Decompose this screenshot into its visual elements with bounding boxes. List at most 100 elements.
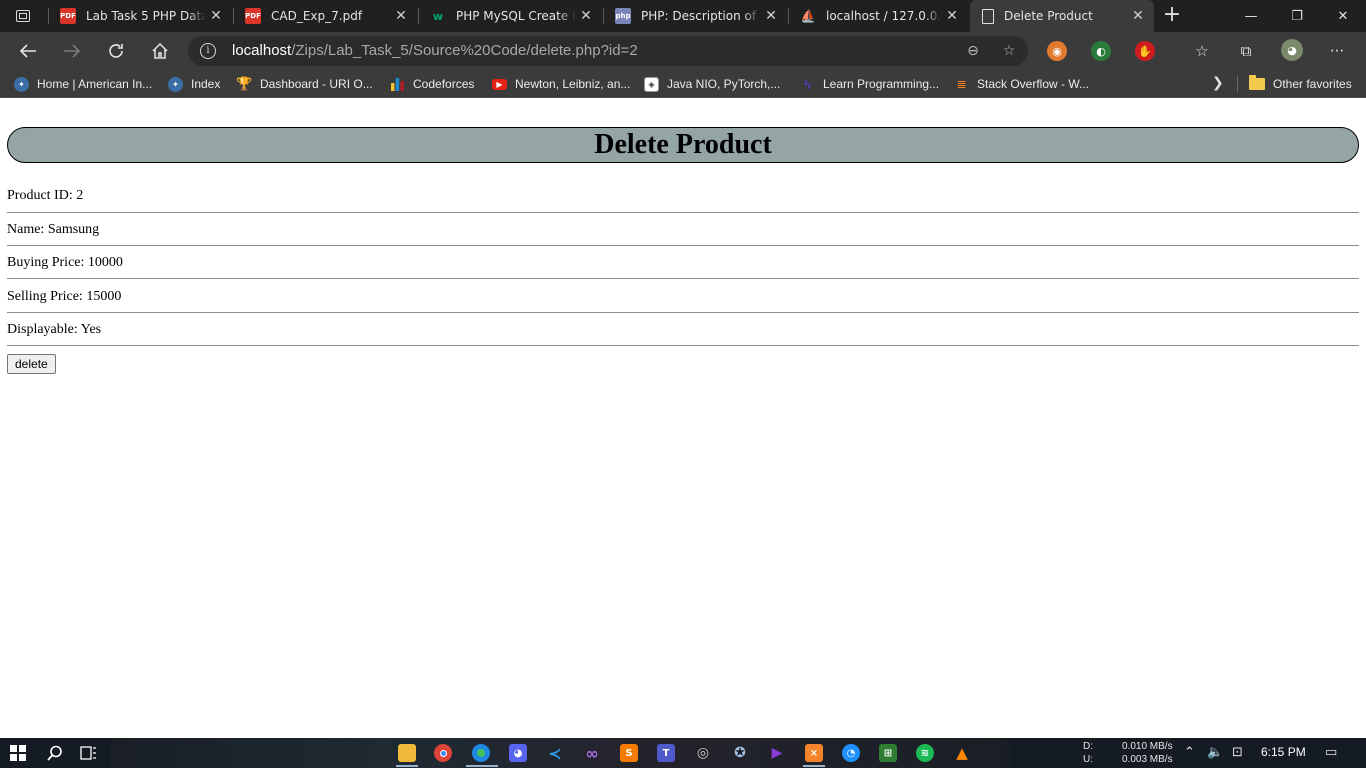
favorite-label: Index <box>191 77 221 91</box>
other-favorites-folder[interactable]: Other favorites <box>1249 75 1352 93</box>
chevron-right-icon[interactable]: ❯ <box>1212 75 1224 91</box>
tab-php-description[interactable]: php PHP: Description of core php.ini ✕ <box>603 0 787 32</box>
download-label: D: <box>1083 741 1093 752</box>
php-icon: php <box>615 8 631 24</box>
favorite-home-american[interactable]: ✦ Home | American In... <box>14 75 152 93</box>
vlc-icon[interactable]: ▲ <box>953 744 971 762</box>
bluetooth-app-icon[interactable]: ✪ <box>731 744 749 762</box>
buying-price-label: Buying Price: <box>7 255 88 270</box>
obs-icon[interactable]: ◎ <box>694 744 712 762</box>
settings-menu-icon[interactable]: ··· <box>1326 40 1348 62</box>
network-speed-labels: D: U: <box>1083 740 1093 766</box>
back-button[interactable] <box>13 37 43 65</box>
tab-separator <box>48 8 49 24</box>
add-favorite-icon[interactable]: ☆ <box>1000 42 1018 60</box>
profile-avatar[interactable]: ◕ <box>1281 39 1303 61</box>
site-info-icon[interactable]: i <box>200 43 216 59</box>
home-icon <box>152 42 168 59</box>
telegram-icon[interactable]: ◔ <box>842 744 860 762</box>
favorite-label: Codeforces <box>413 77 475 91</box>
tab-lab-task-5[interactable]: PDF Lab Task 5 PHP Database ✕ <box>48 0 232 32</box>
favorite-learn-programming[interactable]: ϟ Learn Programming... <box>800 75 939 93</box>
new-tab-button[interactable]: + <box>1158 4 1186 28</box>
youtube-icon: ▶ <box>492 78 507 90</box>
excel-like-app-icon[interactable]: ⊞ <box>879 744 897 762</box>
close-tab-icon[interactable]: ✕ <box>942 6 962 26</box>
selling-price-value: 15000 <box>86 289 122 304</box>
delete-button[interactable]: delete <box>7 354 56 374</box>
system-clock[interactable]: 6:15 PM <box>1261 745 1306 759</box>
close-tab-icon[interactable]: ✕ <box>391 6 411 26</box>
chevron-up-icon[interactable]: ⌃ <box>1184 745 1195 760</box>
media-player-icon[interactable]: ▶ <box>768 744 786 762</box>
folder-icon <box>1249 75 1265 90</box>
favorite-dashboard-uri[interactable]: 🏆 Dashboard - URI O... <box>236 75 372 93</box>
visual-studio-icon[interactable]: ∞ <box>583 744 601 763</box>
favorite-label: Stack Overflow - W... <box>977 77 1090 91</box>
pdf-icon: PDF <box>60 8 76 24</box>
displayable-label: Displayable: <box>7 322 81 337</box>
maximize-button[interactable]: ❐ <box>1274 0 1320 32</box>
close-tab-icon[interactable]: ✕ <box>761 6 781 26</box>
favorite-stack-overflow[interactable]: ≣ Stack Overflow - W... <box>954 75 1089 93</box>
running-indicator <box>803 765 825 767</box>
xampp-icon[interactable]: ⨯ <box>805 744 823 762</box>
tab-cad-exp-7[interactable]: PDF CAD_Exp_7.pdf ✕ <box>233 0 417 32</box>
address-bar[interactable]: i localhost/Zips/Lab_Task_5/Source%20Cod… <box>188 36 1028 66</box>
file-explorer-icon[interactable] <box>398 744 416 762</box>
close-tab-icon[interactable]: ✕ <box>1128 6 1148 26</box>
network-icon[interactable]: ⊡ <box>1232 745 1243 760</box>
product-id-label: Product ID: <box>7 188 77 203</box>
tab-title: PHP: Description of core php.ini <box>641 9 761 23</box>
zoom-icon[interactable]: ⊖ <box>964 42 982 60</box>
sublime-text-icon[interactable]: S <box>620 744 638 762</box>
notification-icon[interactable]: ▭ <box>1325 745 1337 760</box>
home-button[interactable] <box>145 37 175 65</box>
extension-owl-icon[interactable]: ◉ <box>1047 41 1067 61</box>
discord-icon[interactable]: ◕ <box>509 744 527 762</box>
favorites-icon[interactable]: ☆ <box>1191 40 1213 62</box>
spotify-icon[interactable]: ≋ <box>916 744 934 762</box>
page-title: Delete Product <box>7 127 1359 163</box>
refresh-button[interactable] <box>101 37 131 65</box>
chrome-icon[interactable] <box>434 744 452 762</box>
tab-title: localhost / 127.0.0.1 / phpMyAdmin <box>826 9 942 23</box>
divider <box>7 278 1359 279</box>
edge-icon[interactable] <box>472 744 490 762</box>
windows-start-icon[interactable] <box>10 745 26 761</box>
collections-icon[interactable]: ⧉ <box>1235 40 1257 62</box>
favorite-label: Java NIO, PyTorch,... <box>667 77 781 91</box>
vscode-icon[interactable]: ≺ <box>546 744 564 763</box>
volume-icon[interactable]: 🔈 <box>1207 745 1223 760</box>
favorite-codeforces[interactable]: Codeforces <box>390 75 474 93</box>
minimize-button[interactable]: — <box>1228 0 1274 32</box>
tab-actions-button[interactable] <box>6 4 40 28</box>
tab-delete-product[interactable]: Delete Product ✕ <box>970 0 1154 32</box>
url-text[interactable]: localhost/Zips/Lab_Task_5/Source%20Code/… <box>232 42 638 59</box>
task-view-icon[interactable] <box>80 744 98 762</box>
selling-price-label: Selling Price: <box>7 289 87 304</box>
favorite-index[interactable]: ✦ Index <box>168 75 220 93</box>
close-window-button[interactable]: ✕ <box>1320 0 1366 32</box>
url-host: localhost <box>232 42 292 59</box>
favorite-java-nio[interactable]: ◈ Java NIO, PyTorch,... <box>644 75 780 93</box>
forward-arrow-icon <box>64 44 81 58</box>
favorite-label: Learn Programming... <box>823 77 940 91</box>
tab-phpmyadmin[interactable]: ⛵ localhost / 127.0.0.1 / phpMyAdmin ✕ <box>788 0 968 32</box>
page-icon <box>982 8 994 24</box>
tab-title: PHP MySQL Create Database <box>456 9 576 23</box>
favorite-newton-leibniz[interactable]: ▶ Newton, Leibniz, an... <box>492 75 630 93</box>
buying-price-value: 10000 <box>87 255 123 270</box>
close-tab-icon[interactable]: ✕ <box>576 6 596 26</box>
search-icon[interactable] <box>46 744 64 762</box>
forward-button[interactable] <box>57 37 87 65</box>
extension-colorzilla-icon[interactable]: ◐ <box>1091 41 1111 61</box>
tab-php-mysql-create[interactable]: w PHP MySQL Create Database ✕ <box>418 0 602 32</box>
favorites-bar: ✦ Home | American In... ✦ Index 🏆 Dashbo… <box>0 70 1366 98</box>
product-id-field: Product ID: 2 <box>7 188 83 204</box>
close-tab-icon[interactable]: ✕ <box>206 6 226 26</box>
divider <box>7 212 1359 213</box>
extension-adblock-icon[interactable]: ✋ <box>1135 41 1155 61</box>
teams-icon[interactable]: T <box>657 744 675 762</box>
pdf-icon: PDF <box>245 8 261 24</box>
